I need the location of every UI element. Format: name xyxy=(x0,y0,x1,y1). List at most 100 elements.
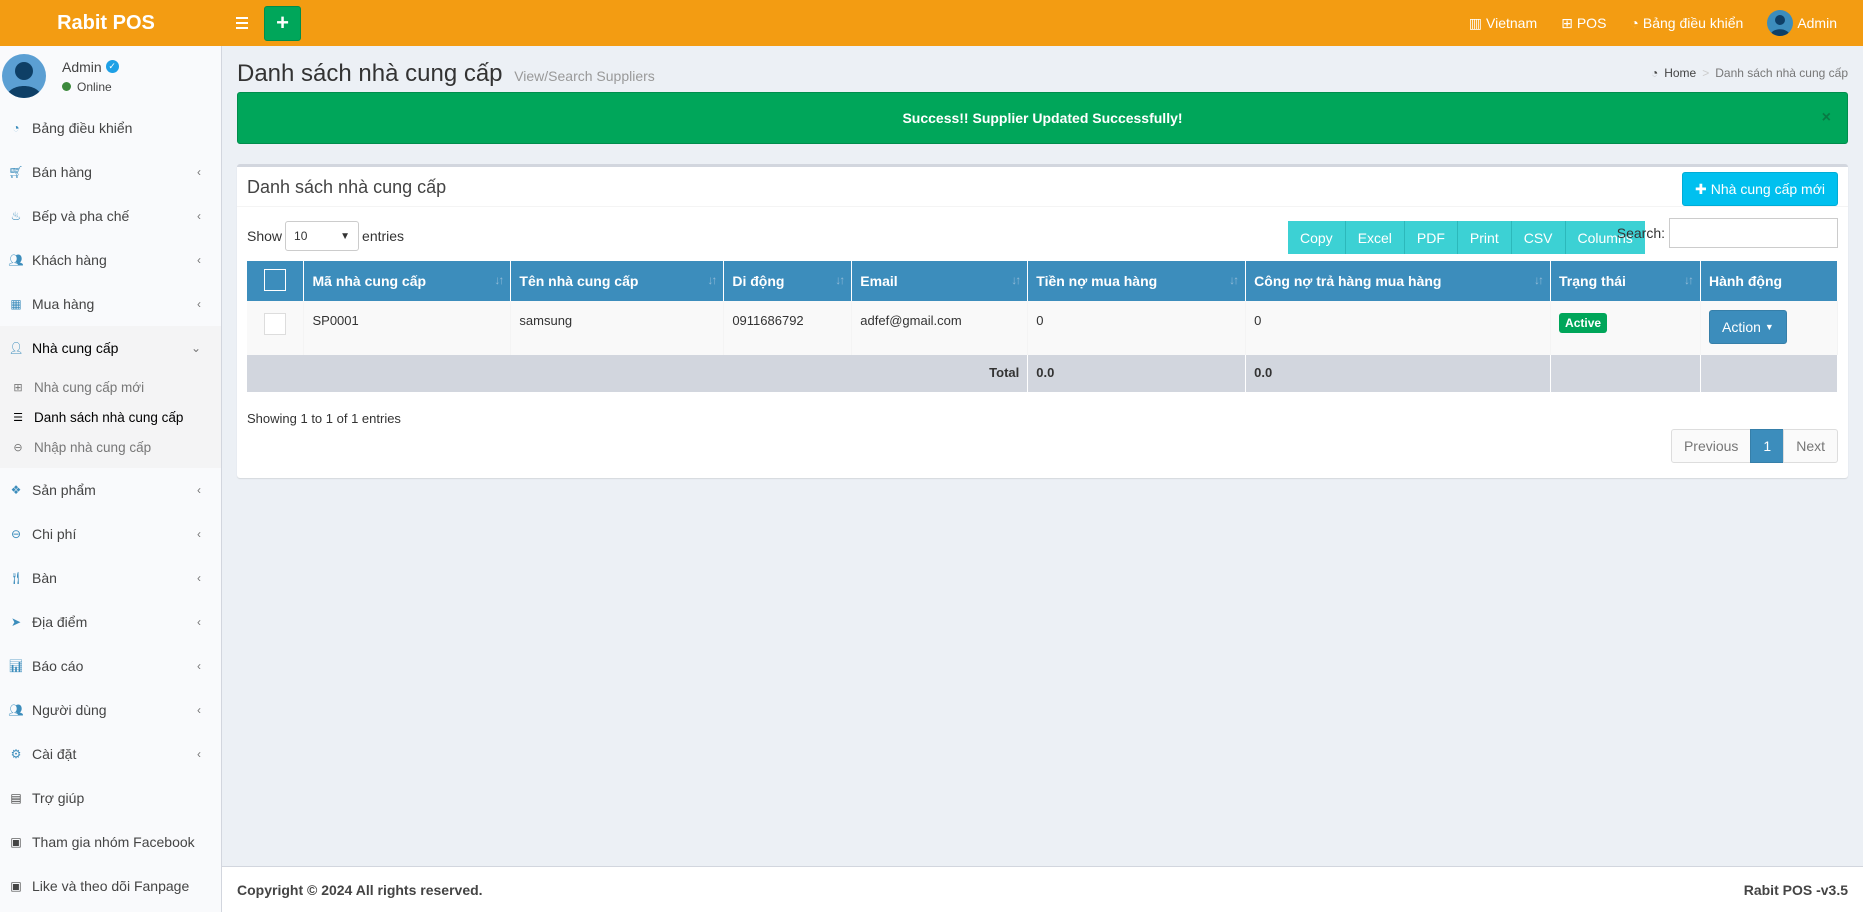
box-title: Danh sách nhà cung cấp xyxy=(247,177,447,197)
total-empty-cell xyxy=(1550,355,1701,392)
sidebar-item-help[interactable]: ▤ Trợ giúp xyxy=(0,776,221,820)
chevron-left-icon: ‹ xyxy=(197,659,201,673)
users-icon: 👥︎ xyxy=(8,703,24,717)
pos-link[interactable]: ⊞ POS xyxy=(1549,0,1618,46)
app-logo[interactable]: Rabit POS xyxy=(0,0,222,46)
top-nav-menu: ▥ Vietnam ⊞ POS ◔ Bảng điều khiển Admin xyxy=(1457,0,1863,46)
content-wrapper: Danh sách nhà cung cấp View/Search Suppl… xyxy=(222,46,1863,866)
success-alert: Success!! Supplier Updated Successfully!… xyxy=(237,92,1848,144)
sidebar-item-new-supplier[interactable]: ⊞ Nhà cung cấp mới xyxy=(0,372,221,402)
language-menu[interactable]: ▥ Vietnam xyxy=(1457,0,1549,46)
col-header-label: Mã nhà cung cấp xyxy=(312,273,427,289)
sidebar-item-tables[interactable]: 🍴︎ Bàn ‹ xyxy=(0,556,221,600)
sidebar-item-expenses[interactable]: ⊖ Chi phí ‹ xyxy=(0,512,221,556)
caret-down-icon: ▼ xyxy=(1764,322,1774,332)
plus-square-icon: ⊞ xyxy=(13,381,23,394)
col-header-action: Hành động xyxy=(1700,261,1839,301)
excel-button[interactable]: Excel xyxy=(1345,221,1405,254)
user-status-text: Online xyxy=(77,79,112,94)
action-dropdown-button[interactable]: Action ▼ xyxy=(1708,310,1787,344)
previous-page-button[interactable]: Previous xyxy=(1670,429,1752,463)
col-header-status[interactable]: Trạng thái ↓↑ xyxy=(1550,261,1701,301)
col-header-label: Hành động xyxy=(1708,273,1783,289)
cart-icon: 🛒︎ xyxy=(8,165,24,179)
cell-status: Active xyxy=(1550,301,1701,355)
sidebar-item-label: Nhà cung cấp xyxy=(32,340,119,356)
sidebar-item-products[interactable]: ❖ Sản phẩm ‹ xyxy=(0,468,221,512)
col-header-mobile[interactable]: Di động ↓↑ xyxy=(723,261,853,301)
sidebar-item-import-supplier[interactable]: ⊖ Nhập nhà cung cấp xyxy=(0,432,221,462)
col-header-label: Công nợ trả hàng mua hàng xyxy=(1254,273,1442,289)
sidebar-item-reports[interactable]: 📊︎ Báo cáo ‹ xyxy=(0,644,221,688)
col-header-email[interactable]: Email ↓↑ xyxy=(851,261,1029,301)
page-1-button[interactable]: 1 xyxy=(1750,429,1785,463)
pagination: Previous 1 Next xyxy=(1670,429,1838,463)
col-header-label: Trạng thái xyxy=(1559,273,1626,289)
page-title: Danh sách nhà cung cấp View/Search Suppl… xyxy=(237,60,655,88)
sidebar-item-label: Người dùng xyxy=(32,702,107,718)
col-header-debt[interactable]: Tiền nợ mua hàng ↓↑ xyxy=(1027,261,1247,301)
breadcrumb: ◔ Home > Danh sách nhà cung cấp xyxy=(1651,66,1848,80)
kitchen-icon: ♨ xyxy=(10,209,22,223)
chevron-down-icon: ⌄ xyxy=(190,341,201,355)
sidebar-item-dashboard[interactable]: ◔ Bảng điều khiển xyxy=(0,106,221,150)
import-icon: ⊖ xyxy=(13,441,23,454)
sort-icon: ↓↑ xyxy=(1229,273,1239,287)
sidebar-item-customers[interactable]: 👥︎ Khách hàng ‹ xyxy=(0,238,221,282)
suppliers-table: Mã nhà cung cấp ↓↑ Tên nhà cung cấp ↓↑ Di … xyxy=(247,261,1839,392)
select-all-checkbox[interactable] xyxy=(264,268,287,291)
user-menu[interactable]: Admin xyxy=(1755,0,1849,46)
dashboard-label: Bảng điều khiển xyxy=(1642,15,1744,31)
print-button[interactable]: Print xyxy=(1457,221,1512,254)
sidebar-item-locations[interactable]: ➤ Địa điểm ‹ xyxy=(0,600,221,644)
cell-mobile: 0911686792 xyxy=(723,301,853,355)
dashboard-link[interactable]: ◔ Bảng điều khiển xyxy=(1618,0,1755,46)
sidebar-item-label: Chi phí xyxy=(32,526,77,542)
dashboard-icon: ◔ xyxy=(1630,15,1639,31)
quick-add-button[interactable]: + xyxy=(264,5,301,41)
sidebar-menu: ◔ Bảng điều khiển 🛒︎ Bán hàng ‹ ♨ Bếp và pha… xyxy=(0,106,221,908)
cutlery-icon: 🍴︎ xyxy=(8,571,24,585)
csv-button[interactable]: CSV xyxy=(1511,221,1566,254)
col-header-name[interactable]: Tên nhà cung cấp ↓↑ xyxy=(510,261,725,301)
col-header-code[interactable]: Mã nhà cung cấp ↓↑ xyxy=(303,261,512,301)
total-debt: 0.0 xyxy=(1027,355,1247,392)
copy-button[interactable]: Copy xyxy=(1288,221,1346,254)
sort-icon: ↓↑ xyxy=(494,273,504,287)
breadcrumb-current: Danh sách nhà cung cấp xyxy=(1715,66,1848,80)
alert-message: Success!! Supplier Updated Successfully! xyxy=(902,110,1183,126)
sidebar-item-kitchen[interactable]: ♨ Bếp và pha chế ‹ xyxy=(0,194,221,238)
sidebar-item-label: Mua hàng xyxy=(32,296,95,312)
avatar xyxy=(1767,10,1794,36)
sidebar-item-label: Cài đặt xyxy=(32,746,77,762)
search-input[interactable] xyxy=(1669,218,1838,248)
sidebar-item-purchases[interactable]: ▦ Mua hàng ‹ xyxy=(0,282,221,326)
row-checkbox[interactable] xyxy=(264,313,287,335)
sidebar-item-fanpage[interactable]: ▣ Like và theo dõi Fanpage xyxy=(0,864,221,908)
breadcrumb-home[interactable]: Home xyxy=(1664,66,1696,80)
sidebar-item-users[interactable]: 👥︎ Người dùng ‹ xyxy=(0,688,221,732)
chevron-left-icon: ‹ xyxy=(197,747,201,761)
pdf-button[interactable]: PDF xyxy=(1404,221,1458,254)
sidebar-item-sales[interactable]: 🛒︎ Bán hàng ‹ xyxy=(0,150,221,194)
sidebar-item-settings[interactable]: ⚙ Cài đặt ‹ xyxy=(0,732,221,776)
chevron-left-icon: ‹ xyxy=(197,527,201,541)
page-subtitle: View/Search Suppliers xyxy=(514,68,655,84)
new-supplier-button[interactable]: ✚ Nhà cung cấp mới xyxy=(1682,172,1838,206)
sidebar-item-facebook-group[interactable]: ▣ Tham gia nhóm Facebook xyxy=(0,820,221,864)
users-icon: 👥︎ xyxy=(8,253,24,267)
version-text: Rabit POS -v3.5 xyxy=(1743,881,1848,898)
sidebar-item-supplier-list[interactable]: ☰ Danh sách nhà cung cấp xyxy=(0,402,221,432)
sidebar-item-suppliers[interactable]: 👤︎ Nhà cung cấp ⌄ xyxy=(0,326,221,370)
close-icon[interactable]: × xyxy=(1822,109,1831,127)
next-page-button[interactable]: Next xyxy=(1783,429,1838,463)
sidebar-item-label: Bán hàng xyxy=(32,164,92,180)
cell-action: Action ▼ xyxy=(1700,301,1839,355)
content-header: Danh sách nhà cung cấp View/Search Suppl… xyxy=(237,58,1848,88)
page-length-select[interactable]: 10 ▼ xyxy=(285,221,360,251)
sidebar-item-label: Bàn xyxy=(32,570,57,586)
sidebar-toggle-icon[interactable] xyxy=(222,0,262,46)
map-icon: ▥ xyxy=(1468,14,1482,31)
col-header-return-debt[interactable]: Công nợ trả hàng mua hàng ↓↑ xyxy=(1245,261,1552,301)
sort-icon: ↓↑ xyxy=(1683,273,1694,287)
